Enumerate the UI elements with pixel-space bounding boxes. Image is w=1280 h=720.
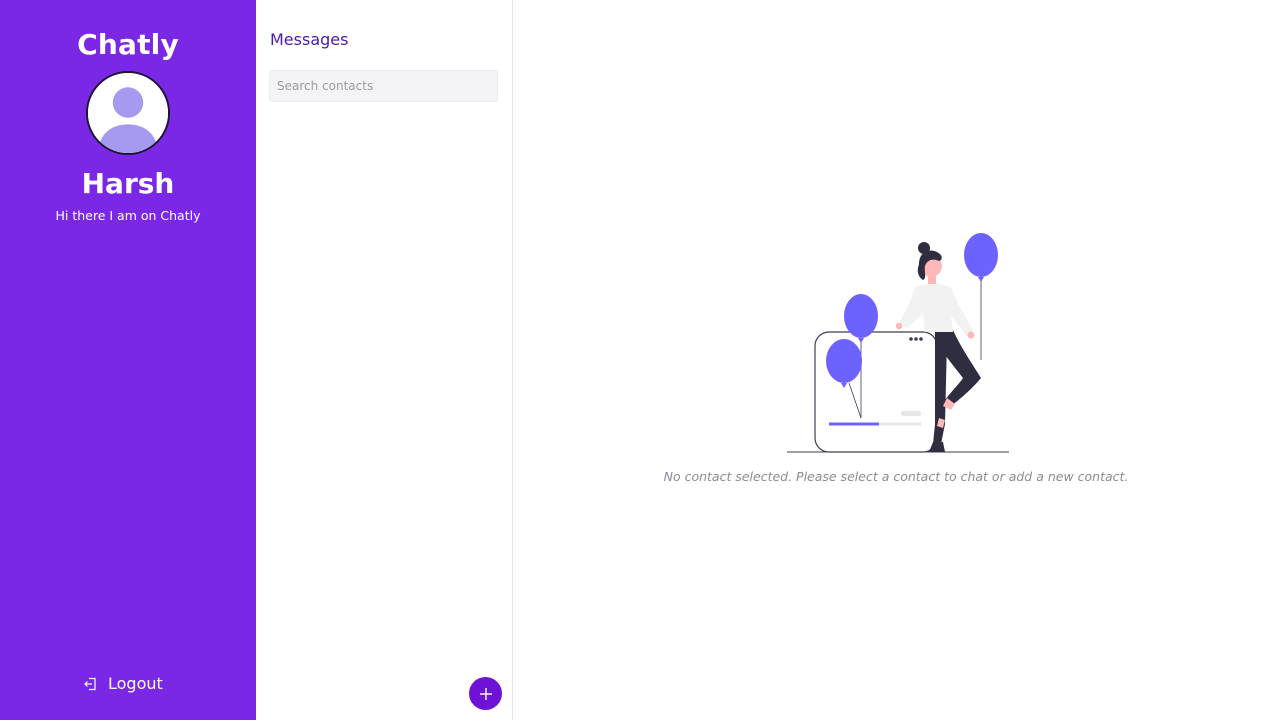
user-avatar-icon[interactable]: [86, 71, 170, 155]
logout-label: Logout: [108, 674, 163, 693]
logout-button[interactable]: Logout: [82, 674, 163, 693]
search-contacts-input[interactable]: [269, 70, 498, 102]
empty-state-illustration: [783, 228, 1015, 460]
empty-state-message: No contact selected. Please select a con…: [663, 469, 1129, 484]
messages-title: Messages: [270, 30, 349, 49]
add-contact-button[interactable]: [469, 677, 502, 710]
plus-icon: [478, 686, 494, 702]
user-name: Harsh: [81, 167, 175, 200]
sidebar: Chatly Harsh Hi there I am on Chatly Log…: [0, 0, 256, 720]
chat-area: No contact selected. Please select a con…: [513, 0, 1280, 720]
contacts-panel: Messages: [256, 0, 513, 720]
app-root: Chatly Harsh Hi there I am on Chatly Log…: [0, 0, 1280, 720]
logout-icon: [82, 676, 98, 692]
app-brand: Chatly: [77, 28, 179, 61]
user-status: Hi there I am on Chatly: [55, 208, 201, 223]
